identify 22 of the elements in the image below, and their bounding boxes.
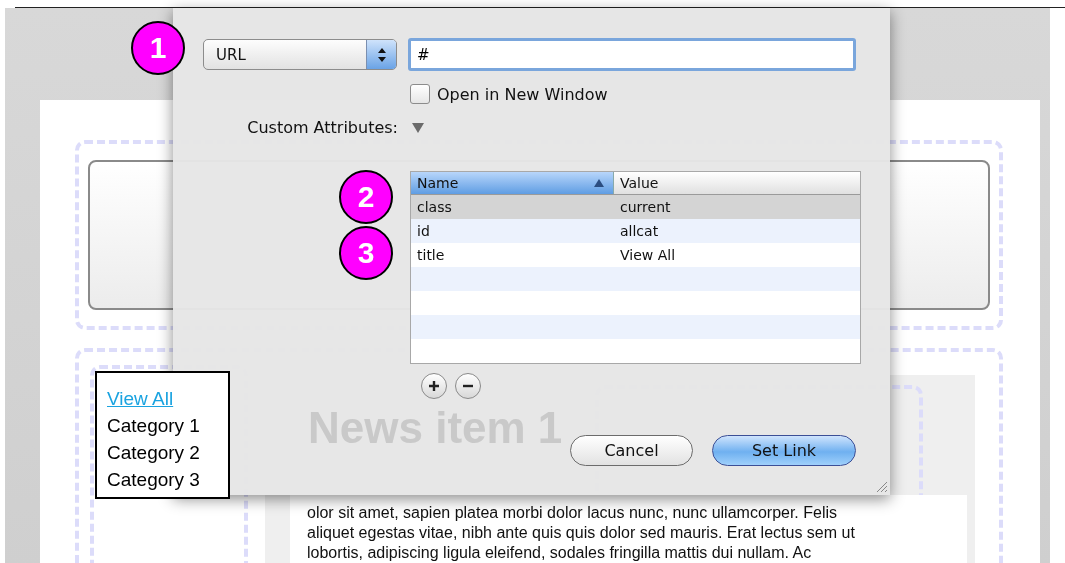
column-header[interactable]: Name [411, 172, 614, 194]
set-link-button[interactable]: Set Link [712, 435, 856, 466]
news-body-text: olor sit amet, sapien platea morbi dolor lacus nunc, nunc ullamcorper. Felis aliquet egestas vitae, nibh ante quis quis dolor sed mauris. Erat lectus sem ut lobortis, adipiscing ligula eleifend, sodales fringilla mattis dui nullam. Ac [290, 495, 967, 563]
category-item[interactable]: Category 3 [107, 466, 200, 493]
link-type-dropdown[interactable]: URL [203, 39, 397, 70]
disclosure-triangle-icon[interactable] [411, 121, 425, 134]
table-row[interactable]: id allcat [411, 219, 860, 243]
cancel-button[interactable]: Cancel [570, 435, 693, 466]
category-item[interactable]: Category 2 [107, 439, 200, 466]
resize-grip-icon[interactable] [874, 479, 888, 493]
table-row[interactable]: class current [411, 195, 860, 219]
add-button[interactable] [421, 373, 447, 399]
checkbox[interactable] [410, 84, 430, 104]
column-header[interactable]: Value [614, 172, 860, 194]
stepper-icon [366, 40, 396, 69]
sort-ascending-icon [593, 178, 605, 188]
category-item[interactable]: Category 1 [107, 412, 200, 439]
custom-attributes-label: Custom Attributes: [246, 118, 398, 137]
remove-button[interactable] [455, 373, 481, 399]
url-field[interactable]: # [408, 38, 856, 71]
plus-icon [428, 380, 440, 392]
new-window-checkbox-row[interactable]: Open in New Window [410, 84, 608, 104]
